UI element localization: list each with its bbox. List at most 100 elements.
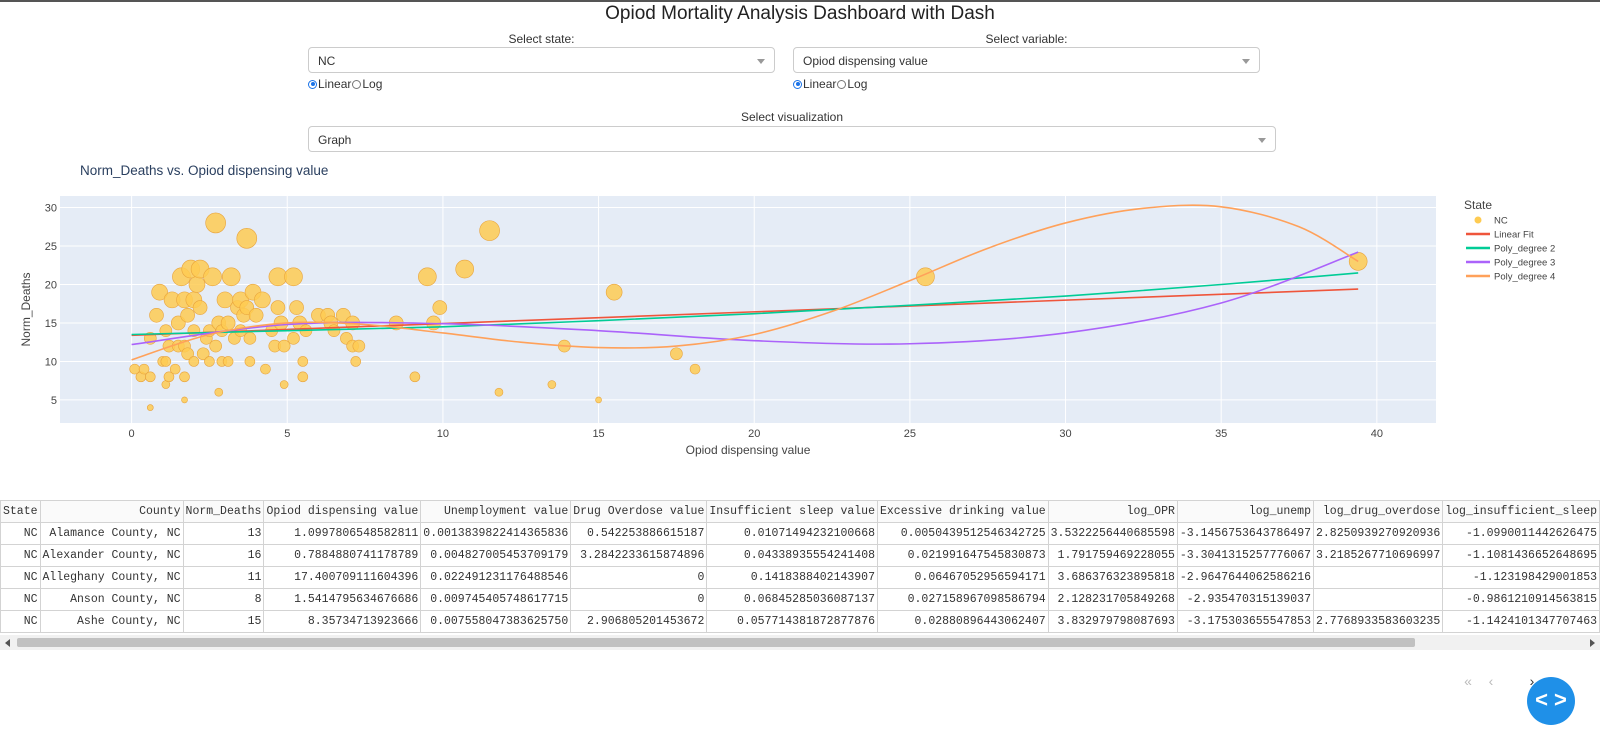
data-point[interactable]	[352, 339, 366, 353]
table-cell[interactable]: 0	[570, 588, 708, 611]
data-point[interactable]	[144, 371, 156, 383]
table-cell[interactable]: 0.007558047383625750	[420, 610, 572, 633]
data-point[interactable]	[188, 276, 206, 293]
table-cell[interactable]: -1.123198429001853	[1442, 566, 1600, 589]
table-cell[interactable]: NC	[0, 522, 41, 545]
legend-label[interactable]: NC	[1494, 216, 1508, 227]
table-cell[interactable]: 3.2842233615874896	[570, 544, 708, 567]
data-point[interactable]	[409, 371, 421, 383]
column-header[interactable]: Opiod dispensing value	[263, 500, 422, 523]
table-cell[interactable]: 2.906805201453672	[570, 610, 708, 633]
data-point[interactable]	[279, 380, 289, 389]
table-cell[interactable]: 1.0997806548582811	[263, 522, 422, 545]
data-point[interactable]	[203, 267, 222, 287]
table-cell[interactable]: 16	[182, 544, 265, 567]
table-cell[interactable]: 13	[182, 522, 265, 545]
table-cell[interactable]: 0.06467052956594171	[877, 566, 1049, 589]
data-point[interactable]	[418, 267, 437, 287]
table-cell[interactable]: 3.5322256440685598	[1047, 522, 1178, 545]
table-cell[interactable]: 0.141838840214390​7	[706, 566, 878, 589]
table-cell[interactable]: 15	[182, 610, 265, 633]
first-page-button[interactable]: «	[1458, 671, 1478, 691]
table-cell[interactable]: 17.400709111604396	[263, 566, 422, 589]
data-point[interactable]	[192, 300, 208, 315]
table-cell[interactable]: 11	[182, 566, 265, 589]
table-cell[interactable]: 0.0013839822414365836	[420, 522, 572, 545]
data-point[interactable]	[169, 363, 181, 375]
table-cell[interactable]: NC	[0, 610, 41, 633]
data-point[interactable]	[244, 356, 256, 367]
data-point[interactable]	[670, 347, 683, 361]
scrollbar-thumb[interactable]	[17, 638, 1415, 647]
table-cell[interactable]: -3.3041315257776067	[1176, 544, 1315, 567]
table-cell[interactable]: 0.06845285036087137	[706, 588, 878, 611]
data-point[interactable]	[689, 363, 701, 375]
column-header[interactable]: Insufficient sleep value	[706, 500, 878, 523]
legend-label[interactable]: Linear Fit	[1494, 230, 1534, 241]
table-cell[interactable]: 0.7884880741178789	[263, 544, 422, 567]
table-cell[interactable]: NC	[0, 544, 41, 567]
table-cell[interactable]: 1.5414795634676686	[263, 588, 422, 611]
data-point[interactable]	[248, 307, 264, 323]
table-cell[interactable]: -3.175303655547853	[1176, 610, 1315, 633]
data-point[interactable]	[146, 404, 154, 411]
table-cell[interactable]: 0.542253886615187	[570, 522, 708, 545]
table-cell[interactable]: 3.2185267710696997	[1312, 544, 1444, 567]
data-point[interactable]	[432, 300, 448, 315]
table-cell[interactable]: 0.0050439512546342725	[877, 522, 1049, 545]
chevron-down-icon[interactable]	[757, 59, 765, 64]
data-point[interactable]	[205, 212, 226, 234]
data-point[interactable]	[243, 332, 257, 345]
table-cell[interactable]	[1312, 588, 1444, 611]
column-header[interactable]: State	[0, 500, 41, 523]
data-point[interactable]	[455, 259, 475, 279]
data-point[interactable]	[209, 339, 222, 353]
legend-label[interactable]: Poly_degree 4	[1494, 272, 1555, 283]
table-cell[interactable]: -1.1424101347707463	[1442, 610, 1600, 633]
column-header[interactable]: Norm_Deaths	[182, 500, 265, 523]
legend-label[interactable]: Poly_degree 3	[1494, 258, 1555, 269]
previous-page-button[interactable]: ‹	[1481, 671, 1501, 691]
column-header[interactable]: log_OPR	[1047, 500, 1178, 523]
legend-marker-nc[interactable]	[1474, 216, 1482, 224]
table-cell[interactable]: Alamance County, NC	[39, 522, 184, 545]
chevron-down-icon[interactable]	[1242, 59, 1250, 64]
data-point[interactable]	[236, 228, 258, 249]
table-cell[interactable]: 3.686376323895818	[1047, 566, 1178, 589]
state-dropdown[interactable]: NC	[308, 47, 775, 73]
table-cell[interactable]: 0.02880896443062407	[877, 610, 1049, 633]
variable-linear-radio[interactable]	[793, 79, 802, 89]
data-point[interactable]	[221, 267, 241, 287]
table-cell[interactable]: -0.9861210914563815	[1442, 588, 1600, 611]
table-cell[interactable]: NC	[0, 588, 41, 611]
visualization-dropdown[interactable]: Graph	[308, 126, 1276, 152]
table-cell[interactable]: 3.832979798087693	[1047, 610, 1178, 633]
data-point[interactable]	[327, 324, 341, 337]
variable-log-radio[interactable]	[837, 79, 847, 89]
state-linear-radio[interactable]	[308, 79, 317, 89]
column-header[interactable]: log_drug_overdose	[1312, 500, 1444, 523]
table-cell[interactable]: NC	[0, 566, 41, 589]
scroll-right-icon[interactable]	[1590, 639, 1595, 647]
table-cell[interactable]: -2.9647644062586216	[1176, 566, 1315, 589]
data-point[interactable]	[220, 315, 236, 331]
data-point[interactable]	[494, 387, 504, 397]
table-cell[interactable]: 1.791759469228055	[1047, 544, 1178, 567]
data-point[interactable]	[204, 356, 215, 367]
table-cell[interactable]: -3.1456753643786497	[1176, 522, 1315, 545]
data-point[interactable]	[254, 291, 271, 309]
table-cell[interactable]: 0.057714381872877876	[706, 610, 878, 633]
column-header[interactable]: County	[39, 500, 184, 523]
table-cell[interactable]: 0	[570, 566, 708, 589]
table-cell[interactable]: Alleghany County, NC	[39, 566, 184, 589]
table-cell[interactable]: 0.04338935554241408	[706, 544, 878, 567]
data-point[interactable]	[284, 267, 303, 287]
table-cell[interactable]: Alexander County, NC	[39, 544, 184, 567]
legend-label[interactable]: Poly_degree 2	[1494, 244, 1555, 255]
data-point[interactable]	[180, 307, 195, 323]
data-point[interactable]	[547, 380, 557, 389]
data-point[interactable]	[179, 371, 190, 383]
data-point[interactable]	[297, 356, 309, 367]
scroll-left-icon[interactable]	[5, 639, 10, 647]
variable-dropdown[interactable]: Opiod dispensing value	[793, 47, 1260, 73]
